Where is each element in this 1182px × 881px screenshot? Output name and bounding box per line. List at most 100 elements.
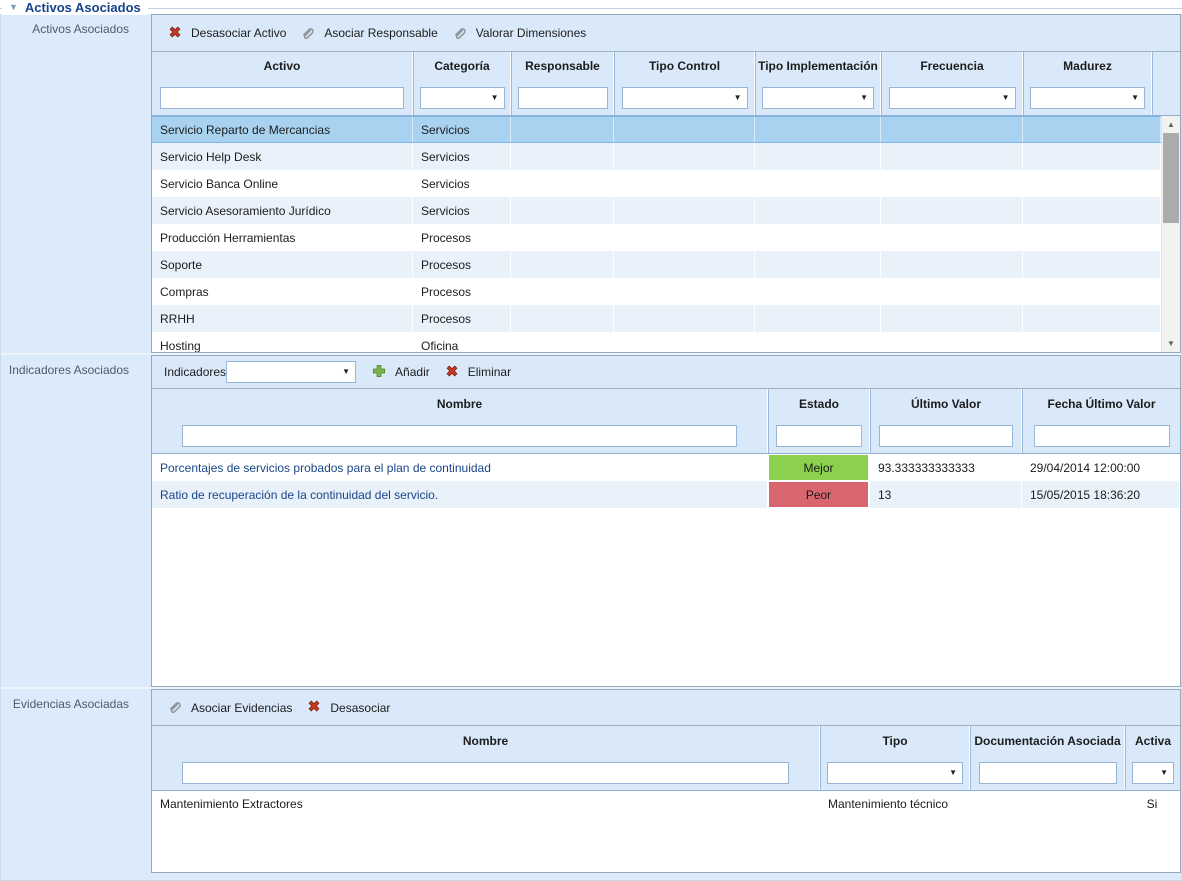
valorar-dimensiones-button[interactable]: Valorar Dimensiones [445,20,594,47]
indicator-row[interactable]: Ratio de recuperación de la continuidad … [152,481,1180,508]
cell-responsable [511,170,614,197]
filter-nombre-input[interactable] [182,762,789,784]
cell-tipo-implementacion [755,197,881,224]
asociar-responsable-label: Asociar Responsable [324,26,437,40]
activos-panel: Desasociar Activo Asociar Responsable Va… [151,14,1181,353]
column-header-tipo[interactable]: Tipo [820,726,970,755]
filter-ultimo-valor-input[interactable] [879,425,1013,447]
cell-ultimo-valor: 13 [870,481,1022,508]
column-header-madurez[interactable]: Madurez [1023,52,1152,80]
asociar-responsable-button[interactable]: Asociar Responsable [293,20,444,47]
filter-nombre-input[interactable] [182,425,737,447]
filter-categoria-select[interactable]: ▼ [420,87,505,109]
column-header-nombre[interactable]: Nombre [152,389,768,418]
asset-row[interactable]: Servicio Help DeskServicios [152,143,1161,170]
filter-tipo-control-select[interactable]: ▼ [622,87,748,109]
asset-row[interactable]: Servicio Reparto de MercanciasServicios [152,116,1161,143]
filter-activo-input[interactable] [160,87,404,109]
indicator-name-link[interactable]: Ratio de recuperación de la continuidad … [152,481,768,508]
filter-documentacion-input[interactable] [979,762,1117,784]
column-header-estado[interactable]: Estado [768,389,870,418]
asset-row[interactable]: RRHHProcesos [152,305,1161,332]
column-header-tipo-control[interactable]: Tipo Control [614,52,755,80]
column-header-tipo-implementacion[interactable]: Tipo Implementación [755,52,881,80]
cell-tipo-implementacion [755,224,881,251]
desasociar-activo-button[interactable]: Desasociar Activo [160,20,293,47]
filter-fecha-ultimo-valor-input[interactable] [1034,425,1170,447]
fieldset-legend: ▼ Activos Asociados [0,0,1182,16]
cell-tipo-control [614,251,755,278]
filter-responsable-input[interactable] [518,87,608,109]
red-x-icon [444,363,460,382]
asociar-evidencias-button[interactable]: Asociar Evidencias [160,694,299,721]
activos-table-body: Servicio Reparto de MercanciasServiciosS… [152,116,1180,352]
filter-madurez-select[interactable]: ▼ [1030,87,1145,109]
column-header-categoria[interactable]: Categoría [413,52,511,80]
cell-categoria: Procesos [413,305,511,332]
activos-asociados-page: ▼ Activos Asociados Activos Asociados De… [0,0,1182,881]
cell-estado: Peor [768,481,870,508]
cell-activo: Servicio Reparto de Mercancias [152,117,413,142]
asset-row[interactable]: ComprasProcesos [152,278,1161,305]
collapse-caret-icon[interactable]: ▼ [9,3,18,12]
evidence-row[interactable]: Mantenimiento ExtractoresMantenimiento t… [152,791,1180,817]
vertical-scrollbar[interactable]: ▲ ▼ [1161,116,1180,352]
column-header-fecha-ultimo-valor[interactable]: Fecha Último Valor [1022,389,1180,418]
chevron-down-icon: ▼ [1002,94,1010,102]
cell-categoria: Procesos [413,224,511,251]
evidencias-filter-row: ▼ ▼ [152,755,1180,791]
column-header-activa[interactable]: Activa [1125,726,1180,755]
cell-responsable [511,224,614,251]
cell-frecuencia [881,170,1023,197]
filter-estado-input[interactable] [776,425,862,447]
cell-tipo-control [614,332,755,352]
cell-fecha-ultimo-valor: 29/04/2014 12:00:00 [1022,454,1180,481]
indicator-row[interactable]: Porcentajes de servicios probados para e… [152,454,1180,481]
eliminar-button[interactable]: Eliminar [437,359,518,386]
indicator-name-link[interactable]: Porcentajes de servicios probados para e… [152,454,768,481]
activos-filter-row: ▼ ▼ ▼ ▼ ▼ [152,80,1180,116]
cell-fecha-ultimo-valor: 15/05/2015 18:36:20 [1022,481,1180,508]
cell-madurez [1023,251,1161,278]
scroll-up-icon[interactable]: ▲ [1162,116,1180,133]
indicadores-select[interactable]: ▼ [226,361,356,383]
column-header-ultimo-valor[interactable]: Último Valor [870,389,1022,418]
column-header-frecuencia[interactable]: Frecuencia [881,52,1023,80]
cell-responsable [511,278,614,305]
anadir-label: Añadir [395,365,430,379]
asset-row[interactable]: Servicio Asesoramiento JurídicoServicios [152,197,1161,224]
cell-responsable [511,117,614,142]
cell-madurez [1023,305,1161,332]
asset-row[interactable]: Servicio Banca OnlineServicios [152,170,1161,197]
scrollbar-thumb[interactable] [1163,133,1179,223]
cell-tipo-control [614,197,755,224]
cell-madurez [1023,143,1161,170]
desasociar-button[interactable]: Desasociar [299,694,397,721]
cell-tipo-implementacion [755,278,881,305]
fieldset-title: Activos Asociados [25,0,141,15]
sidebar-label-evidencias: Evidencias Asociadas [1,689,151,873]
column-header-nombre[interactable]: Nombre [152,726,820,755]
chevron-down-icon: ▼ [949,769,957,777]
cell-tipo-implementacion [755,143,881,170]
filter-tipo-implementacion-select[interactable]: ▼ [762,87,874,109]
desasociar-activo-label: Desasociar Activo [191,26,286,40]
cell-activo: Soporte [152,251,413,278]
fieldset-border-line [0,8,1182,9]
asset-row[interactable]: HostingOficina [152,332,1161,352]
anadir-button[interactable]: Añadir [364,359,437,386]
cell-responsable [511,197,614,224]
asset-row[interactable]: Producción HerramientasProcesos [152,224,1161,251]
column-header-documentacion-asociada[interactable]: Documentación Asociada [970,726,1125,755]
filter-frecuencia-select[interactable]: ▼ [889,87,1016,109]
cell-categoria: Servicios [413,197,511,224]
filter-tipo-select[interactable]: ▼ [827,762,963,784]
scroll-down-icon[interactable]: ▼ [1162,335,1180,352]
cell-madurez [1023,278,1161,305]
cell-tipo-implementacion [755,170,881,197]
column-header-activo[interactable]: Activo [152,52,413,80]
asset-row[interactable]: SoporteProcesos [152,251,1161,278]
column-header-responsable[interactable]: Responsable [511,52,614,80]
estado-badge: Mejor [768,454,869,481]
filter-activa-select[interactable]: ▼ [1132,762,1174,784]
